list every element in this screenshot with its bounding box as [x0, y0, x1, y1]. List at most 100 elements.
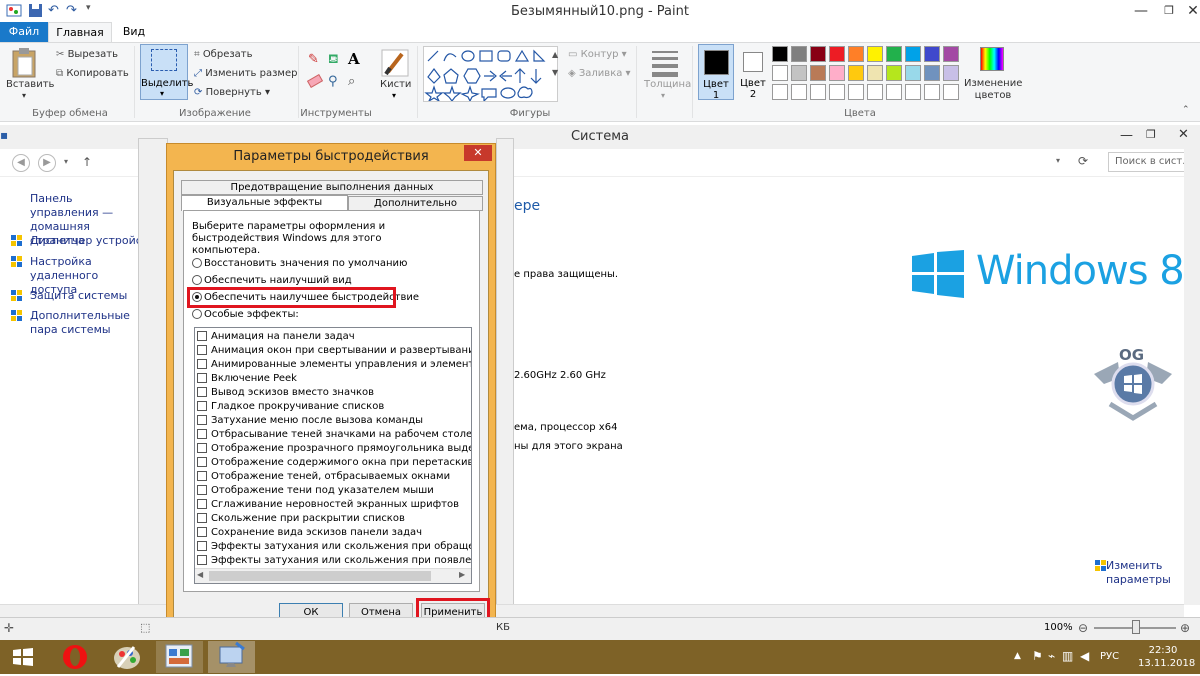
- palette-swatch[interactable]: [829, 65, 845, 81]
- system-protection-link[interactable]: Защита системы: [30, 289, 127, 303]
- effect-checkbox-item[interactable]: Отбрасывание теней значками на рабочем с…: [197, 428, 471, 441]
- effect-checkbox-item[interactable]: Анимированные элементы управления и элем…: [197, 358, 471, 371]
- fill-button[interactable]: ◈ Заливка ▾: [568, 68, 631, 79]
- address-dropdown-icon[interactable]: ▾: [1056, 156, 1060, 165]
- brushes-icon[interactable]: [380, 46, 410, 78]
- palette-swatch[interactable]: [886, 65, 902, 81]
- search-input[interactable]: Поиск в сист...: [1108, 152, 1194, 172]
- palette-swatch[interactable]: [886, 84, 902, 100]
- volume-icon[interactable]: ◀: [1080, 649, 1089, 663]
- palette-swatch[interactable]: [791, 46, 807, 62]
- palette-swatch[interactable]: [924, 65, 940, 81]
- dialog-close-button[interactable]: ✕: [464, 145, 492, 161]
- palette-swatch[interactable]: [867, 84, 883, 100]
- palette-swatch[interactable]: [791, 84, 807, 100]
- color-picker-icon[interactable]: ⚲: [328, 74, 338, 89]
- effect-checkbox-item[interactable]: Включение Peek: [197, 372, 297, 385]
- palette-swatch[interactable]: [905, 46, 921, 62]
- palette-swatch[interactable]: [772, 65, 788, 81]
- history-dropdown-icon[interactable]: ▾: [64, 157, 68, 166]
- palette-swatch[interactable]: [772, 84, 788, 100]
- paste-dropdown-icon[interactable]: ▾: [22, 91, 26, 100]
- palette-swatch[interactable]: [848, 84, 864, 100]
- palette-swatch[interactable]: [867, 46, 883, 62]
- radio-custom[interactable]: Особые эффекты:: [192, 309, 299, 321]
- effect-checkbox-item[interactable]: Сглаживание неровностей экранных шрифтов: [197, 498, 459, 511]
- pencil-icon[interactable]: ✎: [308, 52, 319, 67]
- checkbox[interactable]: [197, 387, 207, 397]
- advanced-settings-link[interactable]: Дополнительные пара системы: [30, 309, 138, 337]
- change-params-link[interactable]: Изменить параметры: [1106, 559, 1176, 587]
- tab-visual-effects[interactable]: Визуальные эффекты: [181, 195, 348, 211]
- device-manager-link[interactable]: Диспетчер устройств: [30, 234, 155, 248]
- power-icon[interactable]: ⌁: [1048, 649, 1055, 663]
- checkbox[interactable]: [197, 373, 207, 383]
- effect-checkbox-item[interactable]: Гладкое прокручивание списков: [197, 400, 384, 413]
- refresh-icon[interactable]: ⟳: [1078, 154, 1088, 168]
- brushes-dropdown-icon[interactable]: ▾: [392, 91, 396, 100]
- palette-swatch[interactable]: [943, 84, 959, 100]
- palette-swatch[interactable]: [905, 84, 921, 100]
- palette-swatch[interactable]: [829, 84, 845, 100]
- tab-dep[interactable]: Предотвращение выполнения данных: [181, 180, 483, 195]
- palette-swatch[interactable]: [905, 65, 921, 81]
- resize-button[interactable]: ⤢ Изменить размер: [194, 68, 297, 79]
- network-icon[interactable]: ▥: [1062, 649, 1073, 663]
- checkbox[interactable]: [197, 345, 207, 355]
- scroll-right-icon[interactable]: ▶: [459, 570, 465, 579]
- paste-icon[interactable]: [10, 47, 42, 79]
- checkbox[interactable]: [197, 541, 207, 551]
- checkbox[interactable]: [197, 359, 207, 369]
- system-taskbar-icon[interactable]: [208, 641, 255, 673]
- system-restore-button[interactable]: ❐: [1146, 128, 1156, 141]
- tab-home[interactable]: Главная: [48, 22, 112, 43]
- fill-bucket-icon[interactable]: ⛾: [328, 52, 339, 69]
- tab-advanced[interactable]: Дополнительно: [348, 196, 483, 211]
- palette-swatch[interactable]: [943, 65, 959, 81]
- checkbox[interactable]: [197, 513, 207, 523]
- palette-swatch[interactable]: [848, 46, 864, 62]
- effect-checkbox-item[interactable]: Отображение тени под указателем мыши: [197, 484, 434, 497]
- control-panel-taskbar-icon[interactable]: [156, 641, 203, 673]
- outline-button[interactable]: ▭ Контур ▾: [568, 49, 627, 60]
- effect-checkbox-item[interactable]: Отображение содержимого окна при перетас…: [197, 456, 471, 469]
- palette-swatch[interactable]: [810, 84, 826, 100]
- select-button[interactable]: Выделить ▾: [140, 44, 193, 100]
- checkbox[interactable]: [197, 401, 207, 411]
- zoom-in-button[interactable]: ⊕: [1180, 621, 1190, 635]
- checkbox[interactable]: [197, 443, 207, 453]
- effect-checkbox-item[interactable]: Анимация окон при свертывании и разверты…: [197, 344, 471, 357]
- vertical-scrollbar[interactable]: [1184, 149, 1200, 605]
- checkbox[interactable]: [197, 415, 207, 425]
- up-button[interactable]: ↑: [82, 155, 92, 169]
- scroll-left-icon[interactable]: ◀: [197, 570, 203, 579]
- edit-colors-icon[interactable]: [980, 47, 1006, 75]
- palette-swatch[interactable]: [886, 46, 902, 62]
- palette-swatch[interactable]: [867, 65, 883, 81]
- palette-swatch[interactable]: [924, 84, 940, 100]
- checkbox[interactable]: [197, 499, 207, 509]
- palette-swatch[interactable]: [791, 65, 807, 81]
- color2-button[interactable]: Цвет 2: [738, 44, 770, 100]
- checkbox[interactable]: [197, 331, 207, 341]
- palette-swatch[interactable]: [810, 46, 826, 62]
- shapes-gallery[interactable]: [423, 46, 558, 102]
- shapes-scroll-up-icon[interactable]: ▲: [552, 50, 558, 59]
- effect-checkbox-item[interactable]: Сохранение вида эскизов панели задач: [197, 526, 422, 539]
- paint-taskbar-icon[interactable]: [104, 641, 151, 673]
- rotate-button[interactable]: ⟳ Повернуть ▾: [194, 87, 270, 98]
- collapse-ribbon-icon[interactable]: ⌃: [1182, 105, 1190, 115]
- radio-default[interactable]: Восстановить значения по умолчанию: [192, 258, 407, 270]
- clock[interactable]: 22:30 13.11.2018: [1138, 644, 1195, 670]
- thickness-icon[interactable]: [650, 48, 680, 78]
- color1-button[interactable]: Цвет 1: [698, 44, 734, 101]
- effect-checkbox-item[interactable]: Эффекты затухания или скольжения при обр…: [197, 540, 471, 553]
- palette-swatch[interactable]: [924, 46, 940, 62]
- effect-checkbox-item[interactable]: Затухание меню после вызова команды: [197, 414, 423, 427]
- effect-checkbox-item[interactable]: Анимация на панели задач: [197, 330, 355, 343]
- palette-swatch[interactable]: [848, 65, 864, 81]
- checkbox[interactable]: [197, 555, 207, 565]
- crop-button[interactable]: ⌗ Обрезать: [194, 49, 253, 60]
- effect-checkbox-item[interactable]: Отображение прозрачного прямоугольника в…: [197, 442, 471, 455]
- system-close-button[interactable]: ✕: [1178, 127, 1189, 142]
